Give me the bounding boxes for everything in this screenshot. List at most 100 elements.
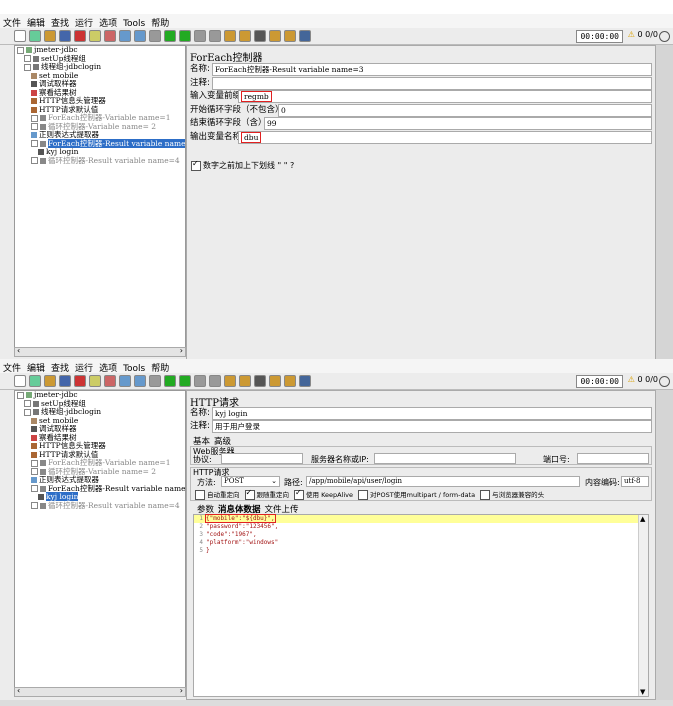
- scroll-right-icon[interactable]: ›: [180, 686, 183, 695]
- menu-item[interactable]: 帮助: [148, 14, 172, 29]
- toolbar-button-icon[interactable]: [299, 375, 311, 387]
- field-input[interactable]: ForEach控制器-Result variable name=3: [212, 63, 652, 76]
- toolbar-button-icon[interactable]: [194, 30, 206, 42]
- name-field[interactable]: kyj login: [212, 407, 652, 420]
- toolbar-button-icon[interactable]: [269, 30, 281, 42]
- server-field[interactable]: [374, 453, 516, 464]
- toolbar-button-icon[interactable]: [59, 30, 71, 42]
- toolbar-button-icon[interactable]: [224, 375, 236, 387]
- expand-toggle-icon[interactable]: [31, 459, 38, 467]
- port-field[interactable]: [577, 453, 649, 464]
- encoding-field[interactable]: utf-8: [621, 476, 649, 487]
- toolbar-button-icon[interactable]: [284, 30, 296, 42]
- expand-toggle-icon[interactable]: [31, 502, 38, 509]
- option-checkbox-row[interactable]: 对POST使用multipart / form-data: [358, 490, 475, 500]
- expand-toggle-icon[interactable]: [24, 400, 31, 407]
- toolbar-button-icon[interactable]: [14, 375, 26, 387]
- menu-item[interactable]: 编辑: [24, 14, 48, 29]
- scroll-down-icon[interactable]: ▼: [640, 688, 645, 696]
- toolbar-button-icon[interactable]: [164, 30, 176, 42]
- toolbar-button-icon[interactable]: [284, 375, 296, 387]
- comment-field[interactable]: 用于用户登录: [212, 420, 652, 433]
- option-checkbox-row[interactable]: 自动重定向: [195, 490, 240, 500]
- toolbar-icons[interactable]: [14, 375, 314, 387]
- toolbar-button-icon[interactable]: [134, 30, 146, 42]
- globe-icon[interactable]: [659, 31, 670, 42]
- toolbar-button-icon[interactable]: [59, 375, 71, 387]
- field-input[interactable]: [212, 76, 652, 90]
- toolbar-button-icon[interactable]: [209, 30, 221, 42]
- tree-node[interactable]: ForEach控制器-Result variable name=: [15, 138, 185, 149]
- field-input[interactable]: 0: [278, 103, 652, 117]
- field-input[interactable]: dbu: [238, 130, 652, 144]
- toolbar-button-icon[interactable]: [299, 30, 311, 42]
- toolbar-button-icon[interactable]: [179, 30, 191, 42]
- toolbar-button-icon[interactable]: [89, 375, 101, 387]
- option-checkbox-row[interactable]: 使用 KeepAlive: [294, 488, 353, 500]
- test-plan-tree[interactable]: jmeter-jdbc setUp线程组 线程组-jdbclogin set mobi…: [14, 390, 186, 696]
- option-checkbox-row[interactable]: 与浏览器兼容的头: [480, 490, 544, 500]
- toolbar-icons[interactable]: [14, 30, 314, 42]
- expand-toggle-icon[interactable]: [31, 123, 38, 130]
- menu-item[interactable]: 查找: [48, 14, 72, 29]
- toolbar-button-icon[interactable]: [89, 30, 101, 42]
- toolbar-button-icon[interactable]: [104, 30, 116, 42]
- expand-toggle-icon[interactable]: [24, 55, 31, 62]
- menu-item[interactable]: 帮助: [148, 359, 172, 374]
- option-checkbox[interactable]: [195, 490, 205, 500]
- expand-toggle-icon[interactable]: [31, 157, 38, 164]
- toolbar-button-icon[interactable]: [149, 30, 161, 42]
- toolbar-button-icon[interactable]: [149, 375, 161, 387]
- toolbar-button-icon[interactable]: [164, 375, 176, 387]
- option-checkbox[interactable]: [480, 490, 491, 500]
- scroll-right-icon[interactable]: ›: [180, 346, 183, 355]
- toolbar-button-icon[interactable]: [14, 30, 26, 42]
- option-checkbox-row[interactable]: 跟随重定向: [244, 488, 289, 500]
- tree-node[interactable]: 循环控制器-Result variable name=4: [15, 156, 185, 166]
- menu-item[interactable]: 编辑: [24, 359, 48, 374]
- toolbar-button-icon[interactable]: [179, 375, 191, 387]
- method-select[interactable]: POST ⌄: [221, 476, 280, 487]
- expand-toggle-icon[interactable]: [24, 408, 31, 416]
- toolbar-button-icon[interactable]: [119, 30, 131, 42]
- field-input[interactable]: regmb: [238, 90, 652, 103]
- menu-item[interactable]: 选项: [96, 359, 120, 374]
- menu-item[interactable]: 查找: [48, 359, 72, 374]
- menu-item[interactable]: 选项: [96, 14, 120, 29]
- expand-toggle-icon[interactable]: [17, 46, 24, 54]
- expand-toggle-icon[interactable]: [24, 63, 31, 71]
- field-input[interactable]: 99: [264, 117, 652, 130]
- option-checkbox[interactable]: [358, 490, 369, 500]
- warning-count[interactable]: ⚠ 0 0/0: [628, 375, 658, 384]
- toolbar-button-icon[interactable]: [44, 30, 56, 42]
- toolbar-button-icon[interactable]: [239, 30, 251, 42]
- scroll-up-icon[interactable]: ▲: [640, 515, 645, 523]
- option-checkbox[interactable]: [244, 488, 255, 500]
- expand-toggle-icon[interactable]: [31, 114, 38, 122]
- expand-toggle-icon[interactable]: [31, 140, 38, 147]
- tree-hscroll[interactable]: ‹ ›: [14, 686, 186, 697]
- toolbar-button-icon[interactable]: [29, 30, 41, 42]
- toolbar-button-icon[interactable]: [74, 30, 86, 42]
- toolbar-button-icon[interactable]: [254, 375, 266, 387]
- menu-item[interactable]: 运行: [72, 359, 96, 374]
- menu-item[interactable]: 运行: [72, 14, 96, 29]
- expand-toggle-icon[interactable]: [31, 468, 38, 475]
- expand-toggle-icon[interactable]: [17, 391, 24, 399]
- toolbar-button-icon[interactable]: [104, 375, 116, 387]
- menu-item[interactable]: 文件: [0, 14, 24, 29]
- toolbar-button-icon[interactable]: [134, 375, 146, 387]
- toolbar-button-icon[interactable]: [254, 30, 266, 42]
- globe-icon[interactable]: [659, 376, 670, 387]
- body-editor[interactable]: 1 {"mobile":"${dbu}", 2 "password":"123456"…: [193, 514, 649, 697]
- toolbar-button-icon[interactable]: [119, 375, 131, 387]
- toolbar-button-icon[interactable]: [74, 375, 86, 387]
- underscore-checkbox[interactable]: [191, 159, 201, 171]
- underscore-checkbox-row[interactable]: 数字之前加上下划线 " " ?: [191, 159, 294, 171]
- editor-vscroll[interactable]: ▲ ▼: [638, 515, 648, 696]
- toolbar-button-icon[interactable]: [29, 375, 41, 387]
- option-checkbox[interactable]: [294, 488, 304, 500]
- protocol-field[interactable]: [221, 453, 303, 464]
- toolbar-button-icon[interactable]: [44, 375, 56, 387]
- expand-toggle-icon[interactable]: [31, 485, 38, 492]
